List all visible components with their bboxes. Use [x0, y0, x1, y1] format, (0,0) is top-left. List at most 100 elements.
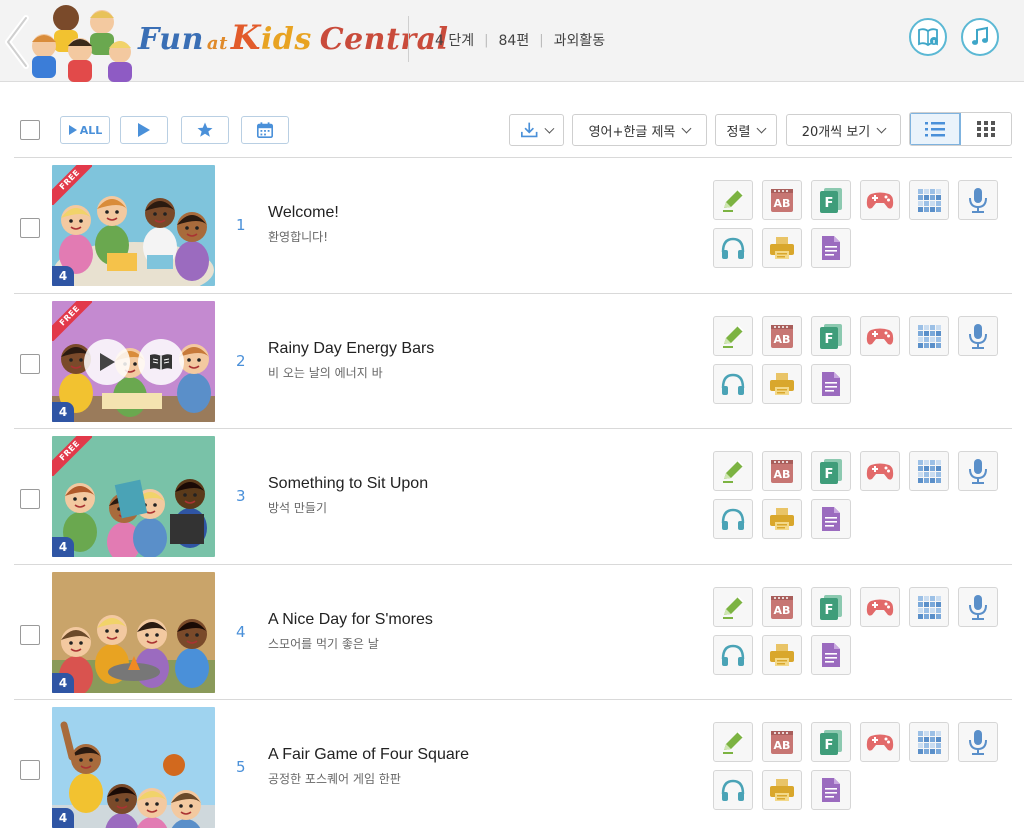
- printer-button[interactable]: [762, 228, 802, 268]
- title-mode-value: 영어+한글 제목: [588, 124, 676, 140]
- document-button[interactable]: [811, 770, 851, 810]
- item-checkbox[interactable]: [20, 218, 40, 238]
- item-checkbox[interactable]: [20, 489, 40, 509]
- microphone-button[interactable]: [958, 180, 998, 220]
- printer-button[interactable]: [762, 770, 802, 810]
- printer-button[interactable]: [762, 499, 802, 539]
- puzzle-button[interactable]: [909, 722, 949, 762]
- pencil-button[interactable]: [713, 451, 753, 491]
- item-thumbnail[interactable]: FREE 4: [52, 436, 215, 557]
- headphones-button[interactable]: [713, 634, 753, 675]
- book-info-button[interactable]: [909, 18, 947, 56]
- microphone-button[interactable]: [958, 586, 998, 627]
- puzzle-button[interactable]: [909, 586, 949, 627]
- title-mode-dropdown[interactable]: 영어+한글 제목: [572, 114, 707, 146]
- sort-dropdown[interactable]: 정렬: [715, 114, 777, 146]
- music-button[interactable]: [961, 18, 999, 56]
- svg-text:F: F: [825, 196, 834, 211]
- document-button[interactable]: [811, 363, 851, 404]
- puzzle-button[interactable]: [909, 180, 949, 220]
- item-number: 1: [236, 216, 246, 234]
- wordbook-button[interactable]: AB: [762, 315, 802, 356]
- item-checkbox[interactable]: [20, 760, 40, 780]
- game-icon: [866, 734, 894, 751]
- game-button[interactable]: [860, 315, 900, 356]
- flashcard-button[interactable]: F: [811, 722, 851, 762]
- item-title[interactable]: A Fair Game of Four Square: [268, 746, 469, 764]
- item-title[interactable]: A Nice Day for S'mores: [268, 611, 433, 629]
- item-number: 3: [236, 487, 246, 505]
- wordbook-button[interactable]: AB: [762, 180, 802, 220]
- wordbook-button[interactable]: AB: [762, 451, 802, 491]
- calendar-icon: [256, 122, 274, 139]
- svg-text:F: F: [825, 738, 834, 753]
- chevron-down-icon: [544, 123, 555, 133]
- item-title[interactable]: Rainy Day Energy Bars: [268, 340, 434, 358]
- item-checkbox[interactable]: [20, 353, 40, 374]
- star-icon: [197, 122, 213, 137]
- puzzle-icon: [918, 460, 941, 483]
- document-button[interactable]: [811, 634, 851, 675]
- item-thumbnail[interactable]: FREE 4: [52, 300, 215, 422]
- printer-icon: [770, 643, 794, 666]
- item-thumbnail[interactable]: 4: [52, 707, 215, 828]
- flashcard-button[interactable]: F: [811, 451, 851, 491]
- download-dropdown[interactable]: [509, 114, 564, 146]
- chevron-down-icon: [757, 123, 767, 133]
- play-all-button[interactable]: ALL: [60, 116, 110, 144]
- headphones-button[interactable]: [713, 363, 753, 404]
- document-icon: [822, 642, 840, 667]
- headphones-button[interactable]: [713, 228, 753, 268]
- document-button[interactable]: [811, 499, 851, 539]
- microphone-button[interactable]: [958, 451, 998, 491]
- flashcard-button[interactable]: F: [811, 315, 851, 356]
- headphones-button[interactable]: [713, 499, 753, 539]
- printer-icon: [770, 237, 794, 259]
- page-size-dropdown[interactable]: 20개씩 보기: [786, 114, 901, 146]
- svg-text:AB: AB: [774, 333, 791, 346]
- grid-view-button[interactable]: [961, 113, 1011, 145]
- game-button[interactable]: [860, 722, 900, 762]
- game-button[interactable]: [860, 451, 900, 491]
- item-thumbnail[interactable]: FREE 4: [52, 165, 215, 286]
- svg-text:AB: AB: [774, 468, 791, 481]
- microphone-button[interactable]: [958, 722, 998, 762]
- puzzle-button[interactable]: [909, 451, 949, 491]
- document-icon: [822, 507, 840, 531]
- game-icon: [866, 463, 894, 480]
- printer-button[interactable]: [762, 634, 802, 675]
- pencil-button[interactable]: [713, 315, 753, 356]
- read-book-button[interactable]: [138, 338, 184, 385]
- select-all-checkbox[interactable]: [20, 120, 40, 140]
- pencil-button[interactable]: [713, 722, 753, 762]
- pencil-button[interactable]: [713, 180, 753, 220]
- calendar-button[interactable]: [241, 116, 289, 144]
- item-thumbnail[interactable]: 4: [52, 571, 215, 693]
- item-title[interactable]: Something to Sit Upon: [268, 475, 428, 493]
- puzzle-button[interactable]: [909, 315, 949, 356]
- video-play-button[interactable]: [84, 338, 130, 385]
- game-button[interactable]: [860, 180, 900, 220]
- game-button[interactable]: [860, 586, 900, 627]
- item-title[interactable]: Welcome!: [268, 204, 339, 222]
- favorites-button[interactable]: [181, 116, 229, 144]
- level-badge: 4: [52, 266, 74, 286]
- episode-count: 84편: [498, 33, 530, 49]
- item-checkbox[interactable]: [20, 624, 40, 645]
- pencil-button[interactable]: [713, 586, 753, 627]
- play-button[interactable]: [120, 116, 168, 144]
- wordbook-button[interactable]: AB: [762, 722, 802, 762]
- flashcard-icon: F: [820, 188, 842, 213]
- list-item: 4 4 A Nice Day for S'mores 스모어를 먹기 좋은 날 …: [14, 563, 1012, 700]
- printer-icon: [770, 372, 794, 395]
- free-ribbon: FREE: [52, 165, 92, 205]
- wordbook-button[interactable]: AB: [762, 586, 802, 627]
- microphone-button[interactable]: [958, 315, 998, 356]
- list-view-button[interactable]: [910, 113, 961, 145]
- headphones-button[interactable]: [713, 770, 753, 810]
- flashcard-button[interactable]: F: [811, 180, 851, 220]
- flashcard-button[interactable]: F: [811, 586, 851, 627]
- printer-button[interactable]: [762, 363, 802, 404]
- document-button[interactable]: [811, 228, 851, 268]
- headphones-icon: [721, 237, 745, 259]
